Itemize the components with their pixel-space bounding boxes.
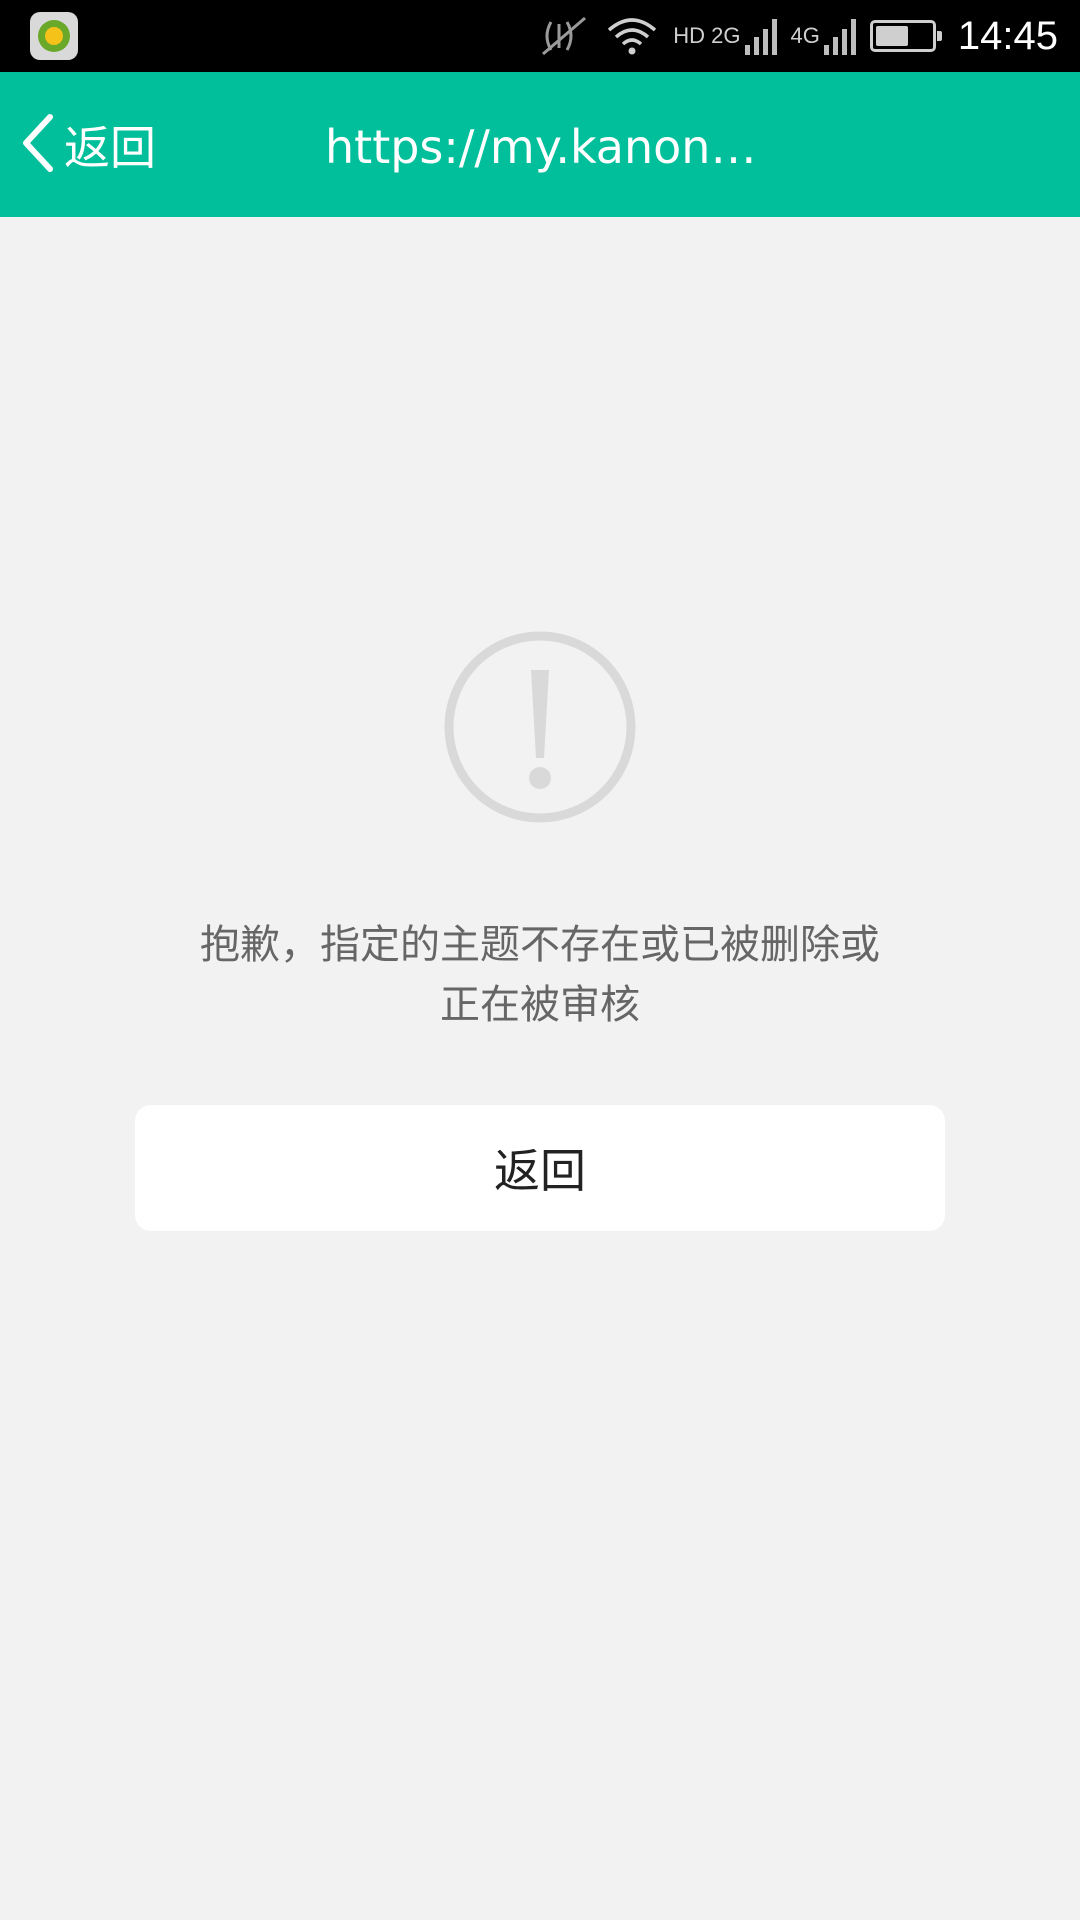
network-type-label: HD 2G bbox=[673, 23, 741, 48]
wifi-icon bbox=[605, 14, 659, 58]
status-time: 14:45 bbox=[957, 13, 1058, 58]
mute-vibrate-icon bbox=[537, 14, 591, 58]
360-security-icon bbox=[30, 12, 78, 60]
return-button[interactable]: 返回 bbox=[135, 1105, 945, 1231]
network-type-label-2: 4G bbox=[790, 23, 820, 48]
cellular-signal-icon: HD 2G bbox=[673, 17, 777, 55]
back-button[interactable]: 返回 bbox=[18, 102, 156, 188]
battery-level-fill bbox=[875, 26, 909, 46]
battery-icon bbox=[869, 20, 942, 52]
error-message-line-1: 抱歉，指定的主题不存在或已被删除或 bbox=[200, 922, 880, 968]
page-title: https://my.kanon… bbox=[325, 120, 755, 174]
error-message: 抱歉，指定的主题不存在或已被删除或 正在被审核 bbox=[160, 915, 920, 1035]
back-label: 返回 bbox=[64, 121, 156, 175]
error-message-line-2: 正在被审核 bbox=[440, 982, 640, 1028]
exclamation-circle-icon bbox=[443, 630, 637, 824]
nav-bar: 返回 https://my.kanon… bbox=[0, 72, 1080, 217]
cellular-signal-icon-2: 4G bbox=[791, 17, 856, 55]
status-icons: HD 2G 4G 14:45 bbox=[537, 0, 1058, 72]
status-bar: HD 2G 4G 14:45 bbox=[0, 0, 1080, 72]
chevron-left-icon bbox=[18, 111, 58, 179]
